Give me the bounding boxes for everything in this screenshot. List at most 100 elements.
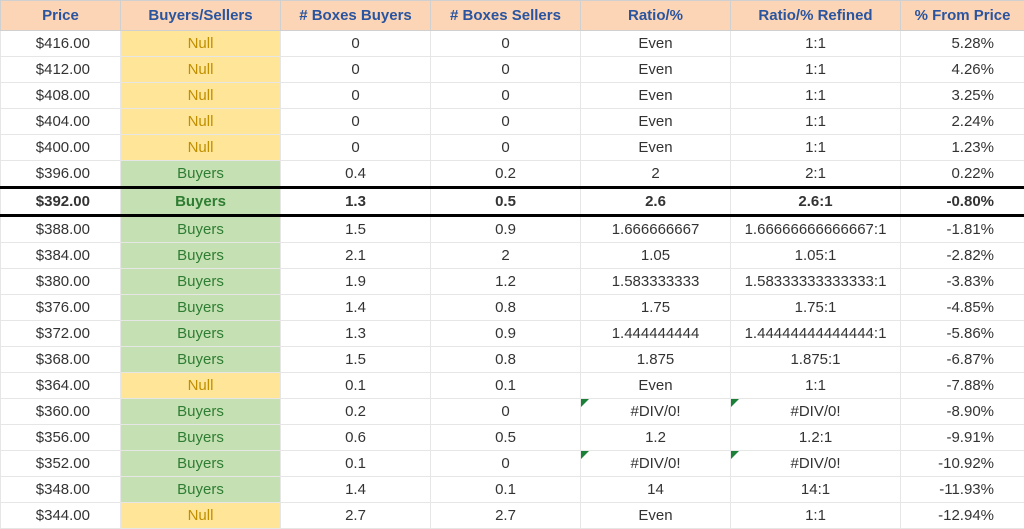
cell-price[interactable]: $400.00 bbox=[1, 135, 121, 161]
cell-ratio-refined[interactable]: 1:1 bbox=[731, 373, 901, 399]
cell-price[interactable]: $404.00 bbox=[1, 109, 121, 135]
cell-ratio-refined[interactable]: 1.05:1 bbox=[731, 243, 901, 269]
cell-ratio[interactable]: Even bbox=[581, 83, 731, 109]
cell-price[interactable]: $408.00 bbox=[1, 83, 121, 109]
cell-boxes-sellers[interactable]: 0.2 bbox=[431, 161, 581, 188]
cell-pct-from-price[interactable]: 3.25% bbox=[901, 83, 1024, 109]
cell-pct-from-price[interactable]: -12.94% bbox=[901, 503, 1024, 529]
cell-pct-from-price[interactable]: 4.26% bbox=[901, 57, 1024, 83]
cell-pct-from-price[interactable]: -2.82% bbox=[901, 243, 1024, 269]
cell-buyers-sellers[interactable]: Buyers bbox=[121, 399, 281, 425]
cell-ratio[interactable]: 14 bbox=[581, 477, 731, 503]
cell-price[interactable]: $348.00 bbox=[1, 477, 121, 503]
cell-boxes-sellers[interactable]: 0.1 bbox=[431, 373, 581, 399]
cell-boxes-sellers[interactable]: 0 bbox=[431, 451, 581, 477]
cell-boxes-sellers[interactable]: 0 bbox=[431, 135, 581, 161]
cell-ratio[interactable]: Even bbox=[581, 373, 731, 399]
cell-buyers-sellers[interactable]: Null bbox=[121, 57, 281, 83]
cell-buyers-sellers[interactable]: Buyers bbox=[121, 295, 281, 321]
cell-ratio-refined[interactable]: 1:1 bbox=[731, 31, 901, 57]
cell-buyers-sellers[interactable]: Buyers bbox=[121, 188, 281, 216]
cell-ratio[interactable]: 1.2 bbox=[581, 425, 731, 451]
cell-ratio-refined[interactable]: 1:1 bbox=[731, 135, 901, 161]
cell-ratio[interactable]: Even bbox=[581, 109, 731, 135]
cell-ratio-refined[interactable]: 14:1 bbox=[731, 477, 901, 503]
cell-boxes-buyers[interactable]: 1.3 bbox=[281, 321, 431, 347]
cell-boxes-sellers[interactable]: 0.9 bbox=[431, 216, 581, 243]
cell-buyers-sellers[interactable]: Null bbox=[121, 83, 281, 109]
cell-price[interactable]: $364.00 bbox=[1, 373, 121, 399]
cell-pct-from-price[interactable]: -7.88% bbox=[901, 373, 1024, 399]
cell-ratio[interactable]: 2.6 bbox=[581, 188, 731, 216]
cell-ratio-refined[interactable]: 1.75:1 bbox=[731, 295, 901, 321]
cell-price[interactable]: $360.00 bbox=[1, 399, 121, 425]
cell-boxes-buyers[interactable]: 2.7 bbox=[281, 503, 431, 529]
cell-boxes-buyers[interactable]: 0 bbox=[281, 31, 431, 57]
cell-boxes-sellers[interactable]: 0 bbox=[431, 31, 581, 57]
cell-price[interactable]: $372.00 bbox=[1, 321, 121, 347]
cell-boxes-buyers[interactable]: 2.1 bbox=[281, 243, 431, 269]
cell-boxes-buyers[interactable]: 0.1 bbox=[281, 451, 431, 477]
cell-boxes-buyers[interactable]: 0.4 bbox=[281, 161, 431, 188]
cell-boxes-sellers[interactable]: 0.5 bbox=[431, 425, 581, 451]
cell-boxes-sellers[interactable]: 0 bbox=[431, 57, 581, 83]
cell-ratio[interactable]: 1.583333333 bbox=[581, 269, 731, 295]
cell-ratio-refined[interactable]: 2:1 bbox=[731, 161, 901, 188]
cell-price[interactable]: $396.00 bbox=[1, 161, 121, 188]
cell-boxes-sellers[interactable]: 2 bbox=[431, 243, 581, 269]
cell-ratio[interactable]: Even bbox=[581, 503, 731, 529]
cell-ratio-refined[interactable]: 1:1 bbox=[731, 83, 901, 109]
cell-price[interactable]: $388.00 bbox=[1, 216, 121, 243]
cell-ratio[interactable]: 1.444444444 bbox=[581, 321, 731, 347]
cell-pct-from-price[interactable]: -1.81% bbox=[901, 216, 1024, 243]
cell-boxes-buyers[interactable]: 0 bbox=[281, 83, 431, 109]
cell-pct-from-price[interactable]: -10.92% bbox=[901, 451, 1024, 477]
cell-ratio-refined[interactable]: 1.66666666666667:1 bbox=[731, 216, 901, 243]
cell-boxes-sellers[interactable]: 0 bbox=[431, 83, 581, 109]
cell-boxes-buyers[interactable]: 1.9 bbox=[281, 269, 431, 295]
cell-boxes-buyers[interactable]: 0.1 bbox=[281, 373, 431, 399]
cell-boxes-buyers[interactable]: 1.4 bbox=[281, 295, 431, 321]
cell-pct-from-price[interactable]: 2.24% bbox=[901, 109, 1024, 135]
cell-buyers-sellers[interactable]: Buyers bbox=[121, 216, 281, 243]
cell-boxes-sellers[interactable]: 0.9 bbox=[431, 321, 581, 347]
cell-ratio[interactable]: #DIV/0! bbox=[581, 451, 731, 477]
cell-ratio[interactable]: 1.875 bbox=[581, 347, 731, 373]
cell-boxes-sellers[interactable]: 0.5 bbox=[431, 188, 581, 216]
header-boxes-buyers[interactable]: # Boxes Buyers bbox=[281, 1, 431, 31]
cell-ratio[interactable]: #DIV/0! bbox=[581, 399, 731, 425]
cell-pct-from-price[interactable]: 0.22% bbox=[901, 161, 1024, 188]
cell-buyers-sellers[interactable]: Buyers bbox=[121, 347, 281, 373]
cell-ratio-refined[interactable]: 1:1 bbox=[731, 109, 901, 135]
cell-boxes-buyers[interactable]: 1.5 bbox=[281, 216, 431, 243]
cell-buyers-sellers[interactable]: Null bbox=[121, 503, 281, 529]
cell-boxes-buyers[interactable]: 0.6 bbox=[281, 425, 431, 451]
cell-pct-from-price[interactable]: -0.80% bbox=[901, 188, 1024, 216]
cell-price[interactable]: $352.00 bbox=[1, 451, 121, 477]
cell-ratio-refined[interactable]: #DIV/0! bbox=[731, 451, 901, 477]
header-buyers-sellers[interactable]: Buyers/Sellers bbox=[121, 1, 281, 31]
cell-pct-from-price[interactable]: -9.91% bbox=[901, 425, 1024, 451]
cell-boxes-sellers[interactable]: 1.2 bbox=[431, 269, 581, 295]
cell-buyers-sellers[interactable]: Null bbox=[121, 109, 281, 135]
cell-price[interactable]: $356.00 bbox=[1, 425, 121, 451]
cell-boxes-buyers[interactable]: 0 bbox=[281, 109, 431, 135]
cell-price[interactable]: $412.00 bbox=[1, 57, 121, 83]
cell-ratio-refined[interactable]: 1.2:1 bbox=[731, 425, 901, 451]
cell-ratio-refined[interactable]: #DIV/0! bbox=[731, 399, 901, 425]
cell-price[interactable]: $376.00 bbox=[1, 295, 121, 321]
cell-price[interactable]: $384.00 bbox=[1, 243, 121, 269]
cell-boxes-sellers[interactable]: 0.8 bbox=[431, 295, 581, 321]
cell-price[interactable]: $392.00 bbox=[1, 188, 121, 216]
cell-boxes-sellers[interactable]: 0 bbox=[431, 399, 581, 425]
cell-price[interactable]: $416.00 bbox=[1, 31, 121, 57]
cell-boxes-sellers[interactable]: 2.7 bbox=[431, 503, 581, 529]
cell-ratio[interactable]: 1.05 bbox=[581, 243, 731, 269]
cell-pct-from-price[interactable]: -5.86% bbox=[901, 321, 1024, 347]
cell-ratio[interactable]: Even bbox=[581, 57, 731, 83]
cell-buyers-sellers[interactable]: Buyers bbox=[121, 161, 281, 188]
cell-buyers-sellers[interactable]: Buyers bbox=[121, 477, 281, 503]
cell-boxes-buyers[interactable]: 0 bbox=[281, 57, 431, 83]
cell-boxes-buyers[interactable]: 0 bbox=[281, 135, 431, 161]
cell-pct-from-price[interactable]: 5.28% bbox=[901, 31, 1024, 57]
